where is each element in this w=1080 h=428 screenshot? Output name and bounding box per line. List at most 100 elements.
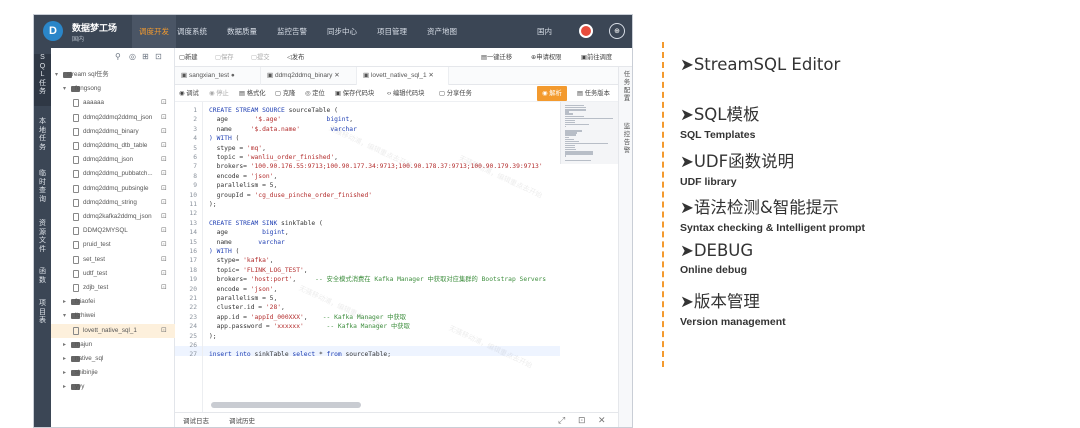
- tab-debug-log[interactable]: 调试日志: [183, 413, 209, 427]
- stop-button[interactable]: ◉ 停止: [209, 85, 229, 102]
- save-snippet-button[interactable]: ▣ 保存代码块: [335, 85, 374, 102]
- tree-file[interactable]: ⊡ DDMQ2MYSQL: [51, 224, 175, 238]
- locate-icon[interactable]: ◎: [129, 52, 136, 61]
- nav-scheduler[interactable]: 调度系统: [170, 15, 214, 48]
- code-token: sinkTable: [254, 351, 293, 359]
- tree-folder[interactable]: ▸ native_sql: [51, 352, 175, 366]
- tree-file[interactable]: ⊡ ddmq2ddmq_string: [51, 196, 175, 210]
- lock-icon: ⊡: [161, 184, 167, 192]
- close-icon[interactable]: ✕: [598, 415, 606, 426]
- vtab-temp-query[interactable]: 临时查询: [34, 170, 51, 210]
- goto-schedule-button[interactable]: ▣前往调度: [581, 48, 612, 67]
- nav-monitor[interactable]: 监控告警: [270, 15, 314, 48]
- chevron-down-icon[interactable]: ▾: [55, 68, 58, 82]
- tree-folder[interactable]: ▾ stream sql任务: [51, 68, 175, 82]
- chevron-right-icon[interactable]: ▸: [63, 380, 66, 394]
- tree-file[interactable]: ⊡ set_test: [51, 253, 175, 267]
- tree-file[interactable]: ⊡ ddmq2ddmq_pubsingle: [51, 182, 175, 196]
- tab-sangxian-test[interactable]: ▣ sangxian_test ●: [175, 67, 261, 85]
- avatar[interactable]: [579, 24, 593, 38]
- edit-snippet-button[interactable]: ‹› 编辑代码块: [387, 85, 424, 102]
- code-token: encode =: [209, 285, 251, 293]
- tree-folder[interactable]: ▸ yyy: [51, 380, 175, 394]
- expand-icon[interactable]: ⤢: [558, 415, 565, 426]
- tab-debug-history[interactable]: 调试历史: [229, 413, 255, 427]
- tree-folder[interactable]: ▸ majun: [51, 338, 175, 352]
- new-label: 新建: [184, 54, 198, 61]
- search-icon[interactable]: ⚲: [115, 52, 121, 61]
- code-token: 'FLINK_LOG_TEST': [243, 266, 304, 274]
- tree-file[interactable]: ⊡ ddmq2ddmq_json: [51, 153, 175, 167]
- clone-button[interactable]: ▢ 克隆: [275, 85, 295, 102]
- tab-lovett-native-sql[interactable]: ▣ lovett_native_sql_1 ✕: [357, 67, 449, 85]
- submit-button[interactable]: ▢提交: [251, 48, 270, 67]
- tree-file[interactable]: ⊡ ddmq2kafka2ddmq_json: [51, 210, 175, 224]
- line-number: 9: [193, 182, 197, 190]
- chevron-right-icon[interactable]: ▸: [63, 352, 66, 366]
- permission-button[interactable]: ⊕申请权限: [531, 48, 561, 67]
- tree-folder[interactable]: ▸ fxiaofei: [51, 295, 175, 309]
- publish-button[interactable]: ◁发布: [287, 48, 304, 67]
- user-icon[interactable]: ⊕: [609, 23, 625, 39]
- tab-monitor-alert[interactable]: 监控告警: [619, 123, 632, 157]
- code-line: cluster.id = '28',: [209, 303, 285, 312]
- chevron-right-icon[interactable]: ▸: [63, 366, 66, 380]
- close-icon[interactable]: ✕: [334, 72, 339, 79]
- tree-item-label: fengsong: [75, 85, 101, 93]
- tree-toolbar: ⚲ ◎ ⊞ ⊡: [51, 48, 175, 67]
- tree-file[interactable]: ⊡ ddmq2ddmq_binary: [51, 125, 175, 139]
- line-number: 23: [189, 313, 197, 321]
- new-button[interactable]: ▢新建: [179, 48, 198, 67]
- vtab-functions[interactable]: 函数: [34, 268, 51, 292]
- debug-button[interactable]: ◉ 调试: [179, 85, 199, 102]
- tree-file[interactable]: ⊡ pruid_test: [51, 238, 175, 252]
- close-icon[interactable]: ✕: [428, 72, 433, 79]
- tree-file[interactable]: ⊡ ddmq2ddmq_dtb_table: [51, 139, 175, 153]
- tree-file[interactable]: ⊡ lovett_native_sql_1: [51, 323, 175, 338]
- fullscreen-icon[interactable]: ⊡: [578, 415, 586, 426]
- code-token: stype =: [209, 144, 247, 152]
- nav-assets[interactable]: 资产地图: [420, 15, 464, 48]
- region-switch[interactable]: 国内: [537, 15, 552, 48]
- vtab-sql-task[interactable]: SQL任务: [34, 54, 51, 106]
- tree-folder[interactable]: ▸ shibinjie: [51, 366, 175, 380]
- code-line: app.id = 'appId_000XXX', -- Kafka Manage…: [209, 313, 407, 322]
- save-button[interactable]: ▢保存: [215, 48, 234, 67]
- tab-task-config[interactable]: 任务配置: [619, 71, 632, 105]
- nav-project[interactable]: 项目管理: [370, 15, 414, 48]
- minimap[interactable]: [560, 102, 620, 164]
- parse-button[interactable]: ◉ 解析: [537, 86, 567, 101]
- migrate-button[interactable]: ▤一键迁移: [481, 48, 512, 67]
- tree-file[interactable]: ⊡ aaaaaa: [51, 96, 175, 110]
- locate-button[interactable]: ◎ 定位: [305, 85, 325, 102]
- format-button[interactable]: ▤ 格式化: [239, 85, 266, 102]
- tree-file[interactable]: ⊡ zdjb_test: [51, 281, 175, 295]
- tab-ddmq2ddmq-binary[interactable]: ▣ ddmq2ddmq_binary ✕: [261, 67, 357, 85]
- feature-title: ➤SQL模板: [680, 105, 760, 124]
- file-icon: [73, 142, 79, 150]
- code-editor[interactable]: 1 2 3 4 5 6 7 8 9 10 11 12 13 14 15 16 17 18 19 20 21 22 23 24 2…: [175, 102, 632, 412]
- tree-folder[interactable]: ▾ fengsong: [51, 82, 175, 96]
- tree-file[interactable]: ⊡ ddmq2ddmq_pubbatch...: [51, 167, 175, 181]
- vtab-resources[interactable]: 资源文件: [34, 220, 51, 260]
- tree-file[interactable]: ⊡ udtf_test: [51, 267, 175, 281]
- task-version-button[interactable]: ▤ 任务版本: [577, 85, 610, 102]
- tree-file[interactable]: ⊡ ddmq2ddmq2ddmq_json: [51, 111, 175, 125]
- code-token: encode =: [209, 172, 251, 180]
- nav-quality[interactable]: 数据质量: [220, 15, 264, 48]
- tree-folder[interactable]: ▾ lizhiwei: [51, 309, 175, 323]
- share-task-button[interactable]: ▢ 分享任务: [439, 85, 472, 102]
- code-token: ,: [303, 266, 308, 274]
- vtab-local-task[interactable]: 本地任务: [34, 118, 51, 158]
- add-file-icon[interactable]: ⊞: [142, 52, 149, 61]
- code-line: name '$.data.name' varchar: [209, 125, 357, 134]
- nav-sync[interactable]: 同步中心: [320, 15, 364, 48]
- vtab-project-table[interactable]: 项目表: [34, 300, 51, 332]
- refresh-icon[interactable]: ⊡: [155, 52, 162, 61]
- line-number: 14: [189, 229, 197, 237]
- horizontal-scrollbar[interactable]: [211, 402, 361, 408]
- chevron-right-icon[interactable]: ▸: [63, 295, 66, 309]
- chevron-right-icon[interactable]: ▸: [63, 338, 66, 352]
- chevron-down-icon[interactable]: ▾: [63, 309, 66, 323]
- chevron-down-icon[interactable]: ▾: [63, 82, 66, 96]
